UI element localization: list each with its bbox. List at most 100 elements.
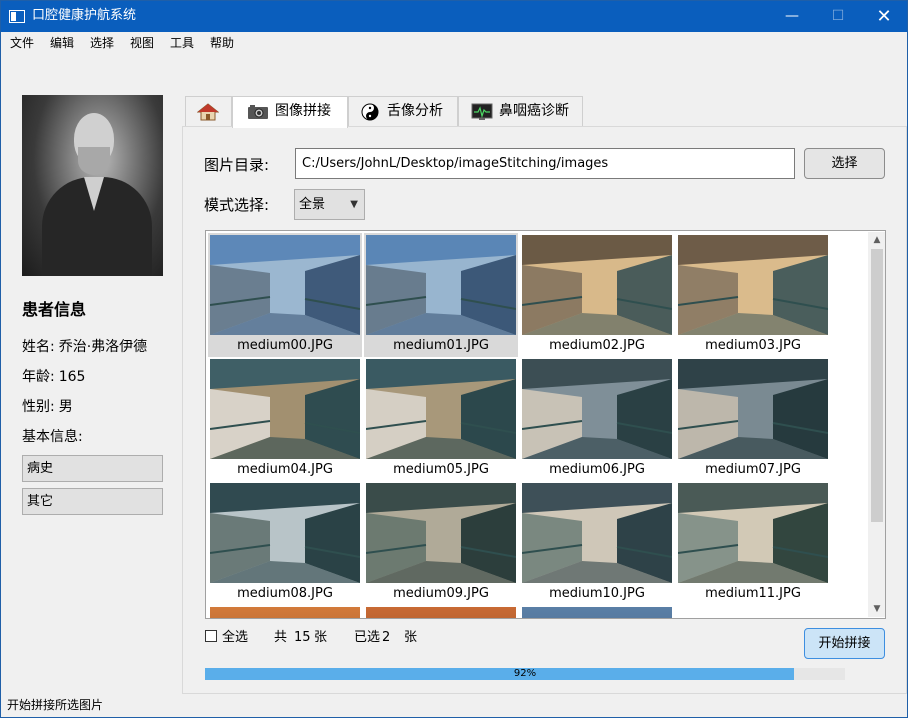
- tab-image-stitching-label: 图像拼接: [275, 103, 331, 119]
- patient-info-title: 患者信息: [22, 300, 87, 319]
- gender-value: 男: [58, 399, 73, 415]
- age-value: 165: [58, 369, 86, 385]
- menu-view[interactable]: 视图: [130, 35, 154, 51]
- tab-npc-diagnosis-label: 鼻咽癌诊断: [499, 103, 569, 119]
- thumbnail-item[interactable]: medium07.JPG: [676, 357, 830, 481]
- scroll-up-icon[interactable]: ▲: [868, 232, 885, 248]
- mode-select[interactable]: 全景 ▼: [294, 189, 365, 220]
- name-value: 乔治·弗洛伊德: [58, 339, 148, 355]
- maximize-button[interactable]: ☐: [815, 1, 861, 32]
- minimize-button[interactable]: —: [769, 1, 815, 32]
- close-button[interactable]: ✕: [861, 1, 907, 32]
- thumbnail-item[interactable]: medium06.JPG: [520, 357, 674, 481]
- menu-help[interactable]: 帮助: [210, 35, 234, 51]
- total-unit: 张: [314, 630, 328, 645]
- home-icon: [197, 103, 219, 121]
- tab-tongue-analysis-label: 舌像分析: [387, 103, 443, 119]
- select-dir-button[interactable]: 选择: [804, 148, 885, 179]
- thumbnail-caption: medium03.JPG: [705, 338, 801, 353]
- thumbnail-caption: medium05.JPG: [393, 462, 489, 477]
- thumbnail-caption: medium09.JPG: [393, 586, 489, 601]
- start-stitching-button[interactable]: 开始拼接: [804, 628, 885, 659]
- menu-select[interactable]: 选择: [90, 35, 114, 51]
- dir-input[interactable]: C:/Users/JohnL/Desktop/imageStitching/im…: [295, 148, 795, 179]
- mode-value: 全景: [299, 197, 326, 212]
- gender-label: 性别:: [22, 399, 55, 415]
- thumbnail-item[interactable]: medium05.JPG: [364, 357, 518, 481]
- thumbnail-image: [210, 359, 360, 459]
- thumbnail-image: [366, 235, 516, 335]
- scroll-down-icon[interactable]: ▼: [868, 601, 885, 617]
- image-stitching-page: 图片目录: C:/Users/JohnL/Desktop/imageStitch…: [182, 126, 907, 694]
- monitor-icon: [471, 103, 493, 120]
- thumbnail-caption: medium10.JPG: [549, 586, 645, 601]
- other-info-button[interactable]: 其它: [22, 488, 163, 515]
- tab-npc-diagnosis[interactable]: 鼻咽癌诊断: [458, 96, 583, 127]
- menu-bar: 文件 编辑 选择 视图 工具 帮助: [1, 32, 907, 54]
- name-label: 姓名:: [22, 339, 55, 355]
- thumbnail-image: [678, 235, 828, 335]
- select-all-label: 全选: [222, 630, 249, 645]
- thumbnail-partial[interactable]: [208, 605, 362, 618]
- age-label: 年龄:: [22, 369, 55, 385]
- thumbnail-item[interactable]: medium00.JPG: [208, 233, 362, 357]
- thumbnail-caption: medium06.JPG: [549, 462, 645, 477]
- thumbnail-item[interactable]: medium04.JPG: [208, 357, 362, 481]
- patient-age: 年龄: 165: [22, 368, 85, 386]
- thumbnail-image: [678, 359, 828, 459]
- stitching-progress-bar: 92%: [205, 668, 845, 680]
- thumbnail-image: [678, 483, 828, 583]
- title-bar[interactable]: 口腔健康护航系统 — ☐ ✕: [1, 1, 907, 32]
- selected-unit: 张: [404, 630, 418, 645]
- total-prefix: 共: [274, 630, 288, 645]
- medical-history-button[interactable]: 病史: [22, 455, 163, 482]
- chevron-down-icon: ▼: [350, 199, 358, 210]
- thumbnail-image: [210, 235, 360, 335]
- total-count: 15: [294, 630, 311, 645]
- progress-text: 92%: [513, 668, 537, 679]
- menu-tools[interactable]: 工具: [170, 35, 194, 51]
- thumbnail-partial[interactable]: [364, 605, 518, 618]
- app-icon: [9, 10, 25, 23]
- thumbnail-caption: medium04.JPG: [237, 462, 333, 477]
- scrollbar-handle[interactable]: [871, 249, 883, 522]
- tab-tongue-analysis[interactable]: 舌像分析: [348, 96, 458, 127]
- thumbnail-caption: medium00.JPG: [237, 338, 333, 353]
- checkbox-icon[interactable]: [205, 630, 217, 642]
- thumbnail-partial[interactable]: [520, 605, 674, 618]
- thumbnail-item[interactable]: medium03.JPG: [676, 233, 830, 357]
- tab-image-stitching[interactable]: 图像拼接: [232, 96, 348, 128]
- selected-count: 2: [382, 630, 391, 645]
- tab-home[interactable]: [185, 96, 232, 127]
- dir-label: 图片目录:: [204, 156, 270, 174]
- thumbnail-item[interactable]: medium09.JPG: [364, 481, 518, 605]
- thumbnail-caption: medium01.JPG: [393, 338, 489, 353]
- thumbnail-image: [210, 483, 360, 583]
- thumbnail-image: [366, 359, 516, 459]
- menu-edit[interactable]: 编辑: [50, 35, 74, 51]
- thumbnail-image: [522, 359, 672, 459]
- window-title: 口腔健康护航系统: [32, 8, 137, 23]
- patient-panel: 患者信息 姓名: 乔治·弗洛伊德 年龄: 165 性别: 男 基本信息: 病史 其它: [1, 54, 181, 694]
- mode-label: 模式选择:: [204, 196, 270, 214]
- select-all-checkbox[interactable]: 全选: [205, 630, 248, 646]
- thumbnail-caption: medium07.JPG: [705, 462, 801, 477]
- thumbnail-item[interactable]: medium11.JPG: [676, 481, 830, 605]
- status-bar: 开始拼接所选图片: [1, 694, 907, 717]
- thumbnail-caption: medium11.JPG: [705, 586, 801, 601]
- patient-name: 姓名: 乔治·弗洛伊德: [22, 338, 147, 356]
- basic-info-label: 基本信息:: [22, 429, 83, 445]
- thumbnail-caption: medium02.JPG: [549, 338, 645, 353]
- image-gallery[interactable]: medium00.JPG medium01.JPG medium02.JPG medi…: [205, 230, 886, 619]
- thumbnail-item[interactable]: medium01.JPG: [364, 233, 518, 357]
- thumbnail-item[interactable]: medium10.JPG: [520, 481, 674, 605]
- patient-photo: [22, 95, 163, 276]
- yin-yang-icon: [361, 103, 379, 121]
- gallery-scrollbar[interactable]: ▲ ▼: [868, 232, 885, 617]
- thumbnail-item[interactable]: medium02.JPG: [520, 233, 674, 357]
- thumbnail-item[interactable]: medium08.JPG: [208, 481, 362, 605]
- camera-icon: [248, 105, 268, 119]
- menu-file[interactable]: 文件: [10, 35, 34, 51]
- selected-prefix: 已选: [354, 630, 381, 645]
- thumbnail-image: [522, 235, 672, 335]
